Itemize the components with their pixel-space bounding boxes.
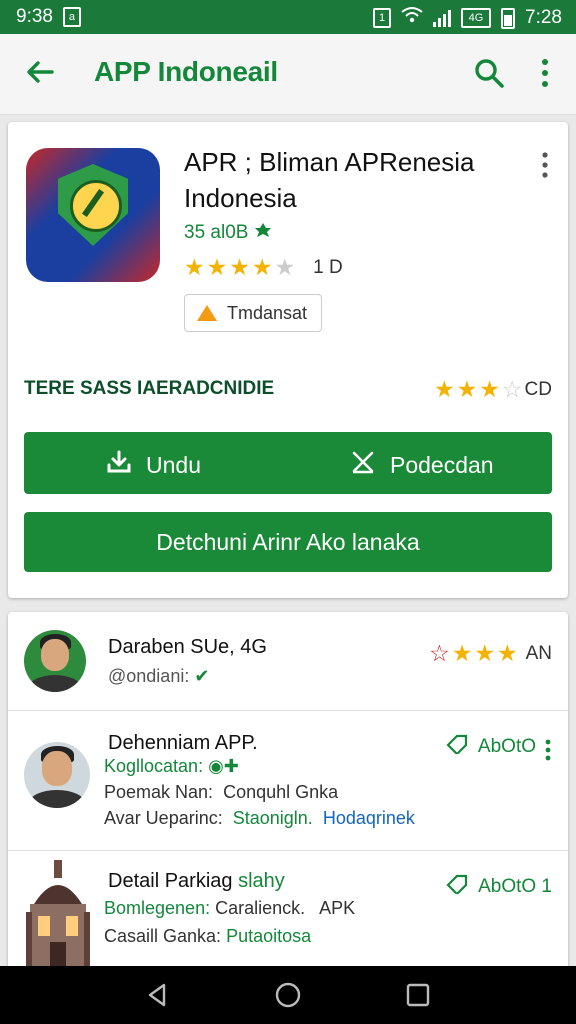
primary-action-bar: Undu Podecdan <box>24 432 552 494</box>
star-icon: ★ <box>206 254 228 280</box>
app-rating: ★ ★ ★ ★ ★ 1 D <box>184 254 343 281</box>
wifi-icon <box>401 6 423 30</box>
warning-icon <box>197 305 217 321</box>
signal-icon <box>433 9 452 27</box>
star-empty-icon: ★ <box>274 254 296 280</box>
list-item-subtitle: @ondiani: ✔ <box>108 666 210 686</box>
list-item-version: AbOtO 1 <box>446 874 552 900</box>
star-outline-icon: ☆ <box>429 640 450 666</box>
star-icon: ★ <box>496 640 518 666</box>
app-size: 35 al0B <box>184 222 249 243</box>
info-rating-label: CD <box>524 378 552 400</box>
list-item-overflow-icon[interactable] <box>544 738 552 762</box>
tag-icon <box>446 874 470 900</box>
rating-label: AN <box>525 642 552 664</box>
status-time-left: 9:38 <box>16 6 53 27</box>
app-name: APR ; Bliman APRenesia Indonesia <box>184 147 475 213</box>
category-chip[interactable]: Tmdansat <box>184 294 323 332</box>
list-item-detail: Poemak Nan: Conquhl Gnka <box>104 782 339 802</box>
star-icon: ★ <box>451 640 473 666</box>
list-item-category: Kogllocatan: ◉✚ <box>104 756 239 776</box>
chip-label: Tmdansat <box>227 302 308 323</box>
details-button[interactable]: Detchuni Arinr Ako lanaka <box>24 512 552 572</box>
data-icon: 4G <box>461 8 492 28</box>
details-button-label: Detchuni Arinr Ako lanaka <box>156 528 420 555</box>
app-list-card: Daraben SUe, 4G @ondiani: ✔ ☆ ★ ★ ★ AN D… <box>8 612 568 972</box>
download-button-label: Undu <box>146 451 201 478</box>
battery-icon <box>501 7 516 29</box>
leaf-icon <box>254 222 272 244</box>
secondary-tool-button[interactable]: Podecdan <box>350 449 494 481</box>
app-details-card: APR ; Bliman APRenesia Indonesia 35 al0B… <box>8 122 568 598</box>
list-item[interactable]: Dehenniam APP. Kogllocatan: ◉✚ Poemak Na… <box>8 710 568 851</box>
building-thumbnail <box>22 856 94 972</box>
list-item-tags: Avar Ueparinc: Staonigln. Hodaqrinek <box>104 808 415 828</box>
star-icon: ★ <box>251 254 273 280</box>
overflow-menu-icon[interactable] <box>536 56 554 90</box>
list-item-title: Dehenniam APP. <box>108 732 258 754</box>
vibrate-icon: 1 <box>373 8 392 28</box>
nav-back-icon[interactable] <box>142 980 172 1010</box>
status-bar: 9:38 a 1 4G 7:28 <box>0 0 576 34</box>
star-empty-icon: ☆ <box>501 376 523 402</box>
app-meta: 35 al0B <box>184 222 272 244</box>
tools-icon <box>350 449 376 481</box>
list-item-rating: ☆ ★ ★ ★ AN <box>429 640 552 667</box>
info-label: TERE SASS IAERADCNIDIE <box>24 378 275 399</box>
list-item-detail: Bomlegenen: Caralienck. APK <box>104 898 356 918</box>
star-icon: ★ <box>474 640 495 666</box>
nav-home-icon[interactable] <box>273 980 303 1010</box>
nav-recents-icon[interactable] <box>403 980 433 1010</box>
rating-count: 1 D <box>313 256 343 278</box>
download-icon <box>106 449 132 481</box>
avatar <box>24 742 90 808</box>
tag-icon <box>446 734 470 760</box>
list-item[interactable]: Detail Parkiag slahy Bomlegenen: Caralie… <box>8 850 568 972</box>
status-time-right: 7:28 <box>525 7 562 28</box>
notification-icon: a <box>62 7 81 27</box>
app-icon <box>26 148 160 282</box>
star-icon: ★ <box>456 376 478 402</box>
verified-icon: ✔ <box>194 666 210 686</box>
back-arrow-icon[interactable] <box>22 54 58 90</box>
list-item[interactable]: Daraben SUe, 4G @ondiani: ✔ ☆ ★ ★ ★ AN <box>8 612 568 711</box>
badge-icon: ◉✚ <box>208 756 239 776</box>
star-icon: ★ <box>479 376 500 402</box>
list-item-version: AbOtO <box>446 734 536 760</box>
star-icon: ★ <box>184 254 205 280</box>
app-bar: APP Indoneail <box>0 34 576 115</box>
list-item-title: Detail Parkiag slahy <box>108 870 285 892</box>
avatar <box>24 630 86 692</box>
system-nav-bar <box>0 966 576 1024</box>
info-row: TERE SASS IAERADCNIDIE ★ ★ ★ ☆ CD <box>24 376 552 403</box>
app-bar-title: APP Indoneail <box>94 56 278 87</box>
search-icon[interactable] <box>472 56 506 90</box>
download-button[interactable]: Undu <box>106 449 201 481</box>
secondary-tool-label: Podecdan <box>390 451 494 478</box>
star-icon: ★ <box>434 376 455 402</box>
list-item-detail-2: Casaill Ganka: Putaoitosa <box>104 926 312 946</box>
info-rating: ★ ★ ★ ☆ CD <box>434 376 552 403</box>
app-overflow-icon[interactable] <box>538 150 552 180</box>
list-item-title: Daraben SUe, 4G <box>108 636 267 658</box>
star-icon: ★ <box>229 254 250 280</box>
